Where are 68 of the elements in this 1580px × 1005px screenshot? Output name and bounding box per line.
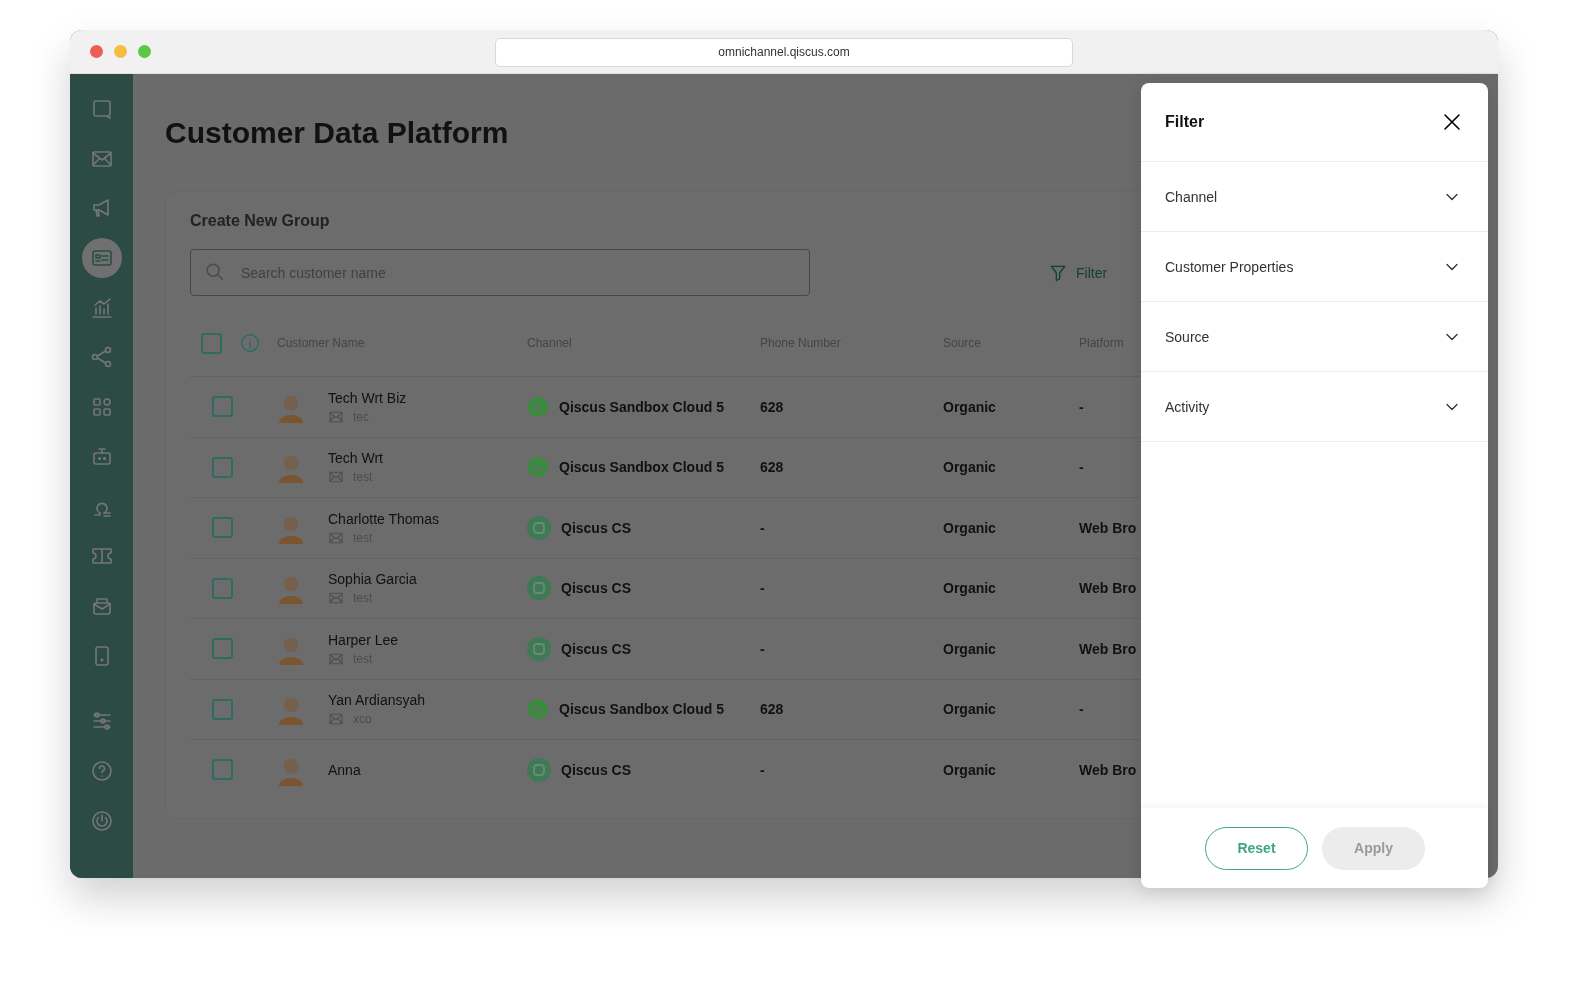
chat-bubble-icon <box>527 757 551 782</box>
phone-number: 628 <box>760 398 784 415</box>
channel-name: Qiscus Sandbox Cloud 5 <box>559 701 724 718</box>
customer-name: Tech Wrt <box>328 449 383 468</box>
accordion-header[interactable]: Channel <box>1141 162 1488 232</box>
phone-number: - <box>760 761 765 778</box>
channel-name: Qiscus CS <box>561 580 632 597</box>
address-bar[interactable]: omnichannel.qiscus.com <box>495 37 1073 67</box>
phone-chat-icon <box>527 395 549 418</box>
platform-value: - <box>1079 459 1084 476</box>
row-checkbox[interactable] <box>212 638 233 660</box>
minimize-dot[interactable] <box>114 45 127 58</box>
chat-bubble-icon <box>527 515 551 540</box>
row-checkbox[interactable] <box>212 456 233 478</box>
channel-name: Qiscus CS <box>561 761 632 778</box>
accordion-header[interactable]: Customer Properties <box>1141 232 1488 302</box>
row-checkbox[interactable] <box>212 759 233 781</box>
source-value: Organic <box>943 398 996 415</box>
platform-value: Web Bro <box>1079 580 1137 597</box>
phone-number: - <box>760 519 765 536</box>
customer-name: Sophia Garcia <box>328 570 417 589</box>
source-value: Organic <box>943 459 996 476</box>
channel-name: Qiscus Sandbox Cloud 5 <box>559 398 724 415</box>
platform-value: - <box>1079 701 1084 718</box>
share-nodes-icon <box>89 345 114 370</box>
platform-value: Web Bro <box>1079 761 1137 778</box>
source-value: Organic <box>943 701 996 718</box>
panel-title: Filter <box>1165 113 1205 131</box>
customer-name: Tech Wrt Biz <box>328 388 407 407</box>
phone-number: - <box>760 640 765 657</box>
row-checkbox[interactable] <box>212 396 233 418</box>
customer-name: Harper Lee <box>328 630 399 649</box>
close-dot[interactable] <box>90 45 103 58</box>
chat-bubble-icon <box>527 576 551 601</box>
phone-chat-icon <box>527 456 549 479</box>
section-title: Create New Group <box>190 211 331 231</box>
platform-value: - <box>1079 398 1084 415</box>
bar-chart-icon <box>89 295 114 320</box>
phone-number: 628 <box>760 459 784 476</box>
chat-bubble-icon <box>527 636 551 661</box>
help-icon <box>89 758 114 783</box>
customer-name: Charlotte Thomas <box>328 509 439 528</box>
row-checkbox[interactable] <box>212 577 233 599</box>
row-checkbox[interactable] <box>212 517 233 539</box>
accordion-header[interactable]: Source <box>1141 302 1488 372</box>
accordion-header[interactable]: Activity <box>1141 372 1488 442</box>
phone-number: - <box>760 580 765 597</box>
row-checkbox[interactable] <box>212 698 233 720</box>
channel-name: Qiscus Sandbox Cloud 5 <box>559 459 724 476</box>
platform-value: Web Bro <box>1079 519 1137 536</box>
customer-name: Yan Ardiansyah <box>328 691 426 710</box>
power-icon <box>89 808 114 833</box>
source-value: Organic <box>943 580 996 597</box>
source-value: Organic <box>943 640 996 657</box>
phone-chat-icon <box>527 698 549 721</box>
info-icon[interactable] <box>239 332 261 354</box>
maximize-dot[interactable] <box>138 45 151 58</box>
page-title: Customer Data Platform <box>165 115 509 151</box>
search-icon <box>204 261 226 283</box>
channel-name: Qiscus CS <box>561 640 632 657</box>
sidebar-item[interactable] <box>81 238 122 279</box>
source-value: Organic <box>943 519 996 536</box>
source-value: Organic <box>943 761 996 778</box>
select-all-checkbox[interactable] <box>201 332 222 354</box>
channel-name: Qiscus CS <box>561 519 632 536</box>
phone-number: 628 <box>760 701 784 718</box>
customer-name: Anna <box>328 760 361 779</box>
platform-value: Web Bro <box>1079 640 1137 657</box>
